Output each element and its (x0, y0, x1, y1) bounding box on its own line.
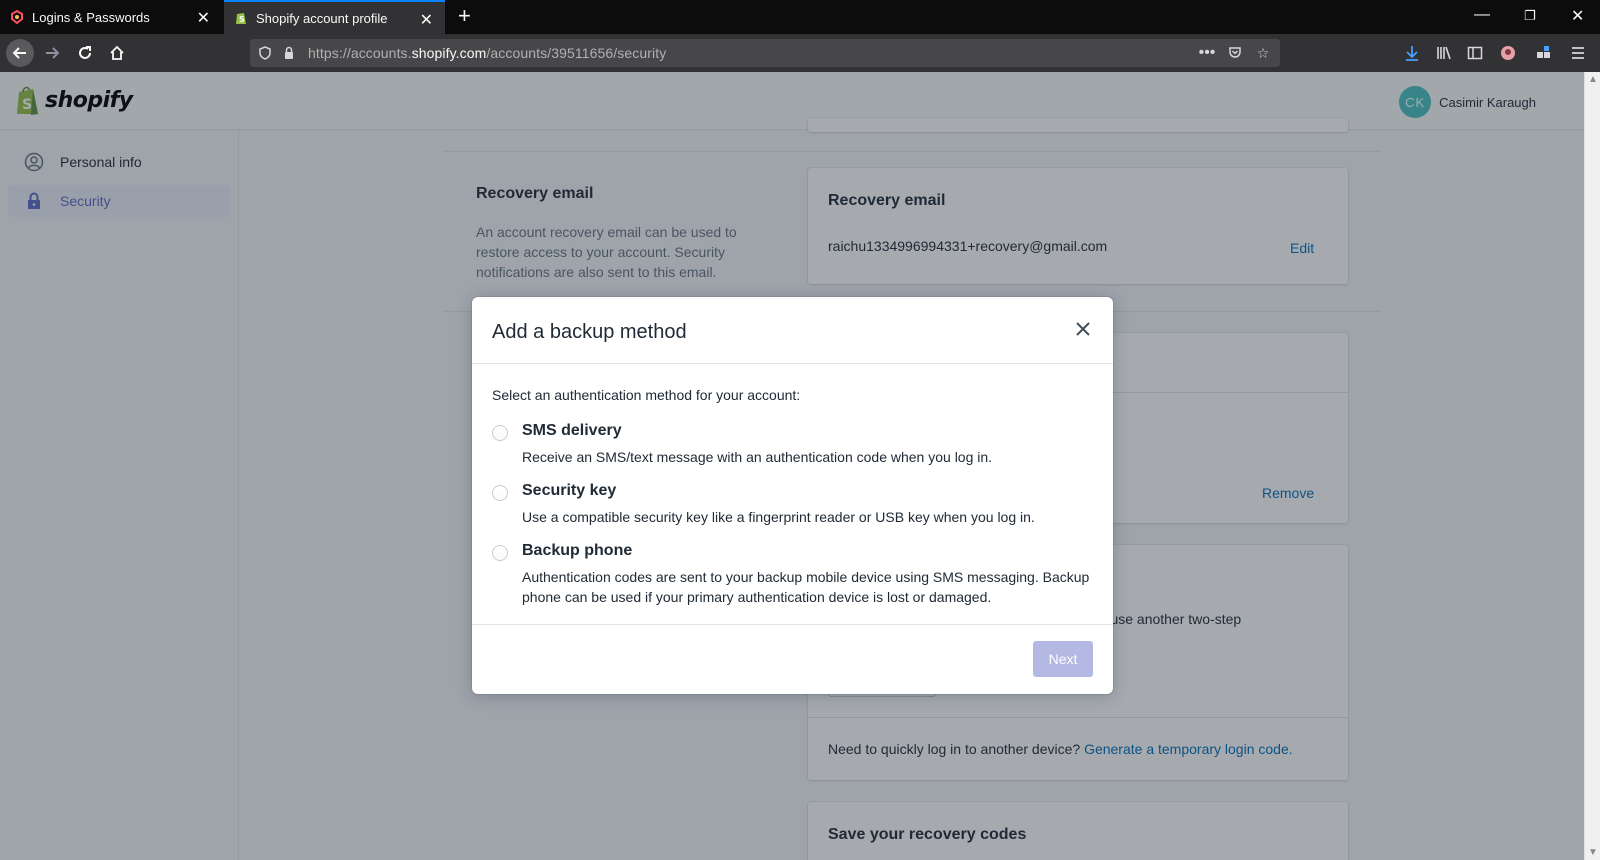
modal-title: Add a backup method (492, 321, 687, 343)
add-backup-method-modal: Add a backup method Select an authentica… (472, 297, 1113, 694)
minimize-icon[interactable]: — (1474, 6, 1490, 24)
extensions-icon[interactable] (1534, 43, 1554, 63)
modal-divider (472, 624, 1113, 625)
shopify-favicon-icon: S (234, 11, 248, 25)
option-title: SMS delivery (522, 422, 622, 439)
forward-button[interactable] (38, 39, 66, 67)
new-tab-button[interactable]: + (458, 4, 471, 28)
sms-delivery-radio[interactable] (492, 425, 508, 441)
pocket-icon[interactable] (1226, 44, 1244, 62)
restore-icon[interactable]: ❐ (1524, 8, 1536, 24)
option-description: Authentication codes are sent to your ba… (522, 569, 1090, 605)
scroll-up-icon[interactable]: ▲ (1588, 74, 1598, 85)
option-description: Use a compatible security key like a fin… (522, 509, 1035, 525)
bookmark-star-icon[interactable]: ☆ (1254, 44, 1272, 62)
tab-shopify-profile[interactable]: S Shopify account profile ✕ (224, 0, 445, 34)
browser-nav-bar: https://accounts.shopify.com/accounts/39… (0, 34, 1600, 72)
url-text: https://accounts.shopify.com/accounts/39… (308, 45, 667, 61)
page-scrollbar[interactable]: ▲ ▼ (1584, 72, 1600, 860)
option-description: Receive an SMS/text message with an auth… (522, 449, 993, 465)
sidebar-icon[interactable] (1465, 43, 1485, 63)
next-button[interactable]: Next (1033, 641, 1093, 677)
menu-icon[interactable] (1568, 43, 1588, 63)
browser-tab-bar: Logins & Passwords ✕ S Shopify account p… (0, 0, 1600, 34)
lockwise-icon (10, 10, 24, 24)
back-button[interactable] (6, 39, 34, 67)
svg-text:S: S (239, 15, 245, 24)
home-button[interactable] (103, 39, 131, 67)
option-title: Backup phone (522, 542, 633, 559)
scroll-down-icon[interactable]: ▼ (1588, 847, 1598, 858)
tab-title: Shopify account profile (256, 10, 388, 26)
account-avatar-icon[interactable] (1498, 43, 1518, 63)
window-close-icon[interactable]: ✕ (1571, 6, 1584, 26)
tab-logins-passwords[interactable]: Logins & Passwords ✕ (0, 0, 222, 34)
page-actions-icon[interactable]: ••• (1198, 44, 1216, 62)
modal-divider (472, 363, 1113, 364)
modal-intro: Select an authentication method for your… (492, 387, 801, 403)
close-icon[interactable] (1071, 317, 1095, 341)
url-bar[interactable]: https://accounts.shopify.com/accounts/39… (250, 39, 1280, 67)
close-tab-icon[interactable]: ✕ (420, 10, 433, 30)
lock-icon[interactable] (280, 44, 298, 62)
security-key-radio[interactable] (492, 485, 508, 501)
tab-title: Logins & Passwords (32, 9, 150, 25)
backup-phone-radio[interactable] (492, 545, 508, 561)
close-tab-icon[interactable]: ✕ (197, 8, 210, 28)
shield-icon[interactable] (256, 44, 274, 62)
library-icon[interactable] (1434, 43, 1454, 63)
reload-button[interactable] (71, 39, 99, 67)
option-title: Security key (522, 482, 617, 499)
download-icon[interactable] (1402, 43, 1422, 63)
